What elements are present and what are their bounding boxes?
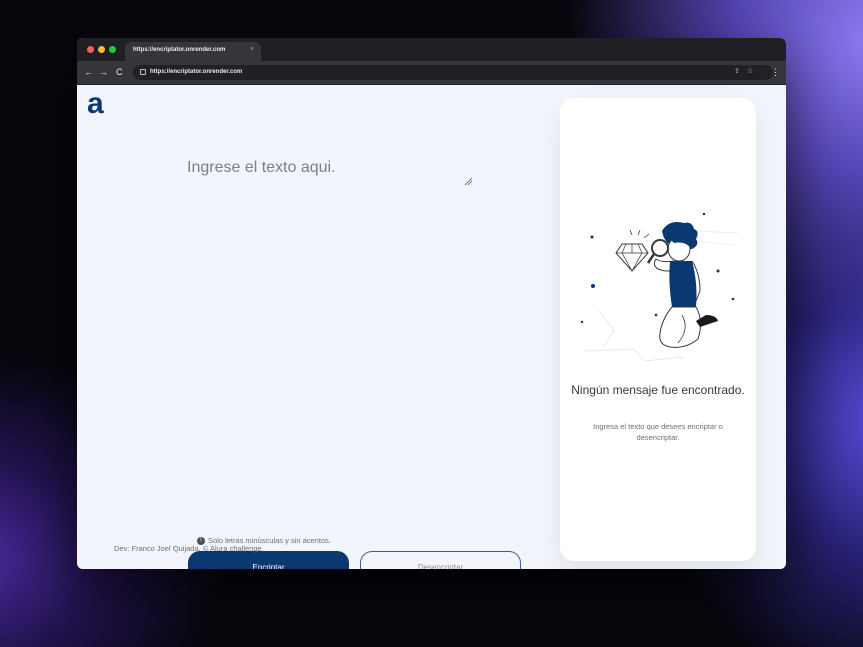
person-with-magnifying-glass-icon bbox=[580, 212, 740, 362]
empty-state-title: Ningún mensaje fue encontrado. bbox=[571, 383, 745, 397]
share-icon[interactable]: ⇪ bbox=[734, 67, 740, 77]
close-window-button[interactable] bbox=[87, 46, 94, 53]
reload-icon[interactable]: C bbox=[116, 66, 123, 78]
lock-icon bbox=[140, 69, 146, 75]
url-text: https://encriptator.onrender.com bbox=[150, 69, 243, 75]
tab-close-icon[interactable]: × bbox=[250, 46, 254, 54]
tab-bar: https://encriptator.onrender.com × bbox=[77, 38, 786, 61]
browser-toolbar: ← → C https://encriptator.onrender.com ⇪… bbox=[77, 61, 786, 85]
empty-state-subtitle: Ingresa el texto que desees encriptar o … bbox=[593, 422, 723, 442]
browser-menu-icon[interactable]: ⋮ bbox=[771, 66, 780, 78]
address-bar[interactable]: https://encriptator.onrender.com ⇪ ☆ bbox=[133, 65, 773, 80]
text-input-area bbox=[187, 159, 473, 189]
browser-tab[interactable]: https://encriptator.onrender.com × bbox=[125, 42, 261, 61]
bookmark-star-icon[interactable]: ☆ bbox=[747, 67, 753, 77]
encrypt-button[interactable]: Encriptar bbox=[188, 551, 349, 569]
back-icon[interactable]: ← bbox=[84, 66, 93, 78]
footer-credits: Dev: Franco Joel Quijada. © Alura challe… bbox=[114, 544, 262, 553]
output-panel: Ningún mensaje fue encontrado. Ingresa e… bbox=[560, 98, 756, 561]
decrypt-button[interactable]: Desencriptar bbox=[360, 551, 521, 569]
minimize-window-button[interactable] bbox=[98, 46, 105, 53]
maximize-window-button[interactable] bbox=[109, 46, 116, 53]
app-page: a !Solo letras minúsculas y sin acentos.… bbox=[77, 85, 786, 569]
resize-handle-icon[interactable] bbox=[464, 177, 473, 186]
alura-logo: a bbox=[87, 87, 104, 120]
tab-title: https://encriptator.onrender.com bbox=[133, 47, 226, 53]
browser-window: https://encriptator.onrender.com × ← → C… bbox=[77, 38, 786, 569]
forward-icon[interactable]: → bbox=[99, 66, 108, 78]
message-input[interactable] bbox=[187, 159, 473, 187]
